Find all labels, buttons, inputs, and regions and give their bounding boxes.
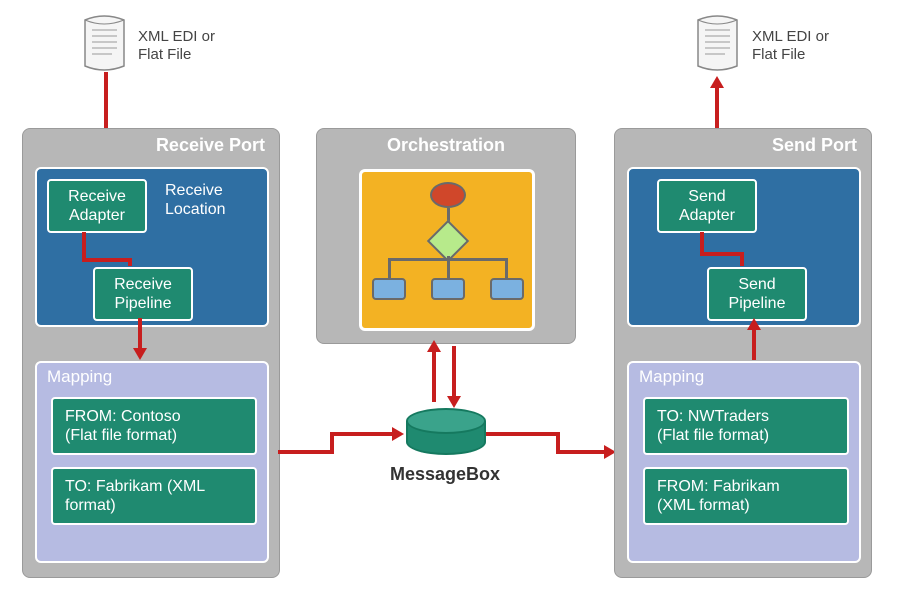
flowchart-branch-v-left [388,258,391,278]
flowchart-start-icon [430,182,466,208]
receive-adapter-box: Receive Adapter [47,179,147,233]
arrow-adapter-to-pipeline-v1 [82,232,86,260]
messagebox-icon [406,408,486,456]
input-document-label: XML EDI or Flat File [138,28,215,64]
arrow-msgbox-sendmap-h2 [556,450,606,454]
send-port-title: Send Port [772,135,857,156]
messagebox-label: MessageBox [390,464,500,485]
send-blue-box: Send Adapter Send Pipeline [627,167,861,327]
input-document-icon [82,14,127,72]
arrow-head-pipeline-mapping [133,348,147,360]
send-mapping-title: Mapping [639,367,704,387]
send-adapter-box: Send Adapter [657,179,757,233]
arrow-sendpipe-adapter-v2 [700,232,704,256]
arrow-msgbox-sendmap-h1 [486,432,556,436]
flowchart-branch-v-right [505,258,508,278]
arrow-sendmap-to-pipeline [752,328,756,360]
receive-mapping-to: TO: Fabrikam (XML format) [51,467,257,525]
arrow-head-sendmap-pipeline [747,318,761,330]
flowchart-task-3-icon [490,278,524,300]
arrow-orch-msgbox-left [432,350,436,402]
arrow-recvmap-msgbox-h2 [330,432,394,436]
output-document-label: XML EDI or Flat File [752,28,829,64]
receive-pipeline-box: Receive Pipeline [93,267,193,321]
arrow-head-msgbox-to-orch [427,340,441,352]
arrow-head-recvmap-msgbox [392,427,404,441]
flowchart-task-1-icon [372,278,406,300]
send-pipeline-box: Send Pipeline [707,267,807,321]
arrow-adapter-to-pipeline-h [82,258,132,262]
arrow-head-orch-to-msgbox [447,396,461,408]
send-mapping-from: FROM: Fabrikam (XML format) [643,467,849,525]
send-port-panel: Send Port Send Adapter Send Pipeline Map… [614,128,872,578]
receive-port-panel: Receive Port Receive Location Receive Ad… [22,128,280,578]
orchestration-diagram-box [359,169,535,331]
receive-location-box: Receive Location Receive Adapter Receive… [35,167,269,327]
receive-mapping-box: Mapping FROM: Contoso (Flat file format)… [35,361,269,563]
send-mapping-to: TO: NWTraders (Flat file format) [643,397,849,455]
arrow-orch-msgbox-right [452,346,456,398]
receive-location-label: Receive Location [165,181,226,219]
receive-mapping-from: FROM: Contoso (Flat file format) [51,397,257,455]
flowchart-branch-v-center [447,256,450,278]
arrow-pipeline-to-mapping [138,318,142,350]
send-mapping-box: Mapping TO: NWTraders (Flat file format)… [627,361,861,563]
arrow-head-output [710,76,724,88]
arrow-sendpipe-adapter-h [700,252,744,256]
orchestration-title: Orchestration [317,135,575,156]
output-document-icon [695,14,740,72]
receive-mapping-title: Mapping [47,367,112,387]
arrow-adapter-to-pipeline-v2 [128,258,132,266]
receive-port-title: Receive Port [156,135,265,156]
flowchart-task-2-icon [431,278,465,300]
arrow-recvmap-msgbox-h1 [278,450,334,454]
orchestration-panel: Orchestration [316,128,576,344]
